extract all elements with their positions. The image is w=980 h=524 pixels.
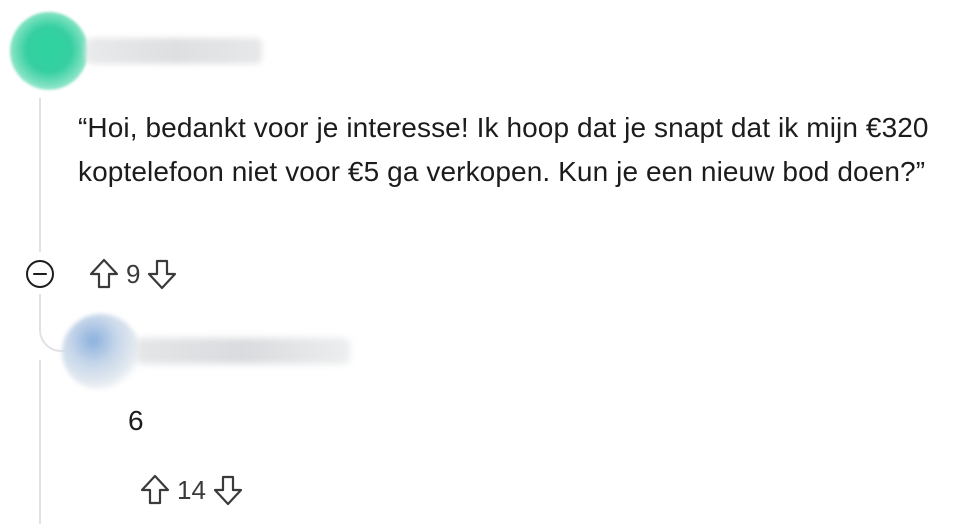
downvote-button[interactable] [144, 256, 180, 292]
arrow-down-icon [148, 259, 177, 290]
arrow-up-icon [140, 474, 170, 505]
arrow-down-icon [213, 475, 243, 506]
username-redacted [86, 38, 262, 64]
thread-line [39, 98, 41, 252]
comment-text: “Hoi, bedankt voor je interesse! Ik hoop… [78, 112, 929, 187]
minus-circle-icon [26, 260, 54, 288]
upvote-button[interactable] [137, 472, 173, 508]
vote-count: 14 [177, 474, 206, 505]
avatar[interactable] [10, 12, 88, 90]
reply-text: 6 [128, 405, 144, 436]
downvote-button[interactable] [210, 472, 246, 508]
reply-vote-bar: 14 [137, 472, 246, 508]
thread-line [39, 360, 41, 524]
avatar[interactable] [62, 314, 140, 390]
upvote-button[interactable] [86, 256, 122, 292]
username-redacted [136, 338, 350, 364]
comment-vote-bar: 9 [86, 256, 180, 292]
collapse-thread-button[interactable] [25, 259, 55, 289]
arrow-up-icon [89, 258, 119, 289]
vote-count: 9 [126, 258, 141, 289]
